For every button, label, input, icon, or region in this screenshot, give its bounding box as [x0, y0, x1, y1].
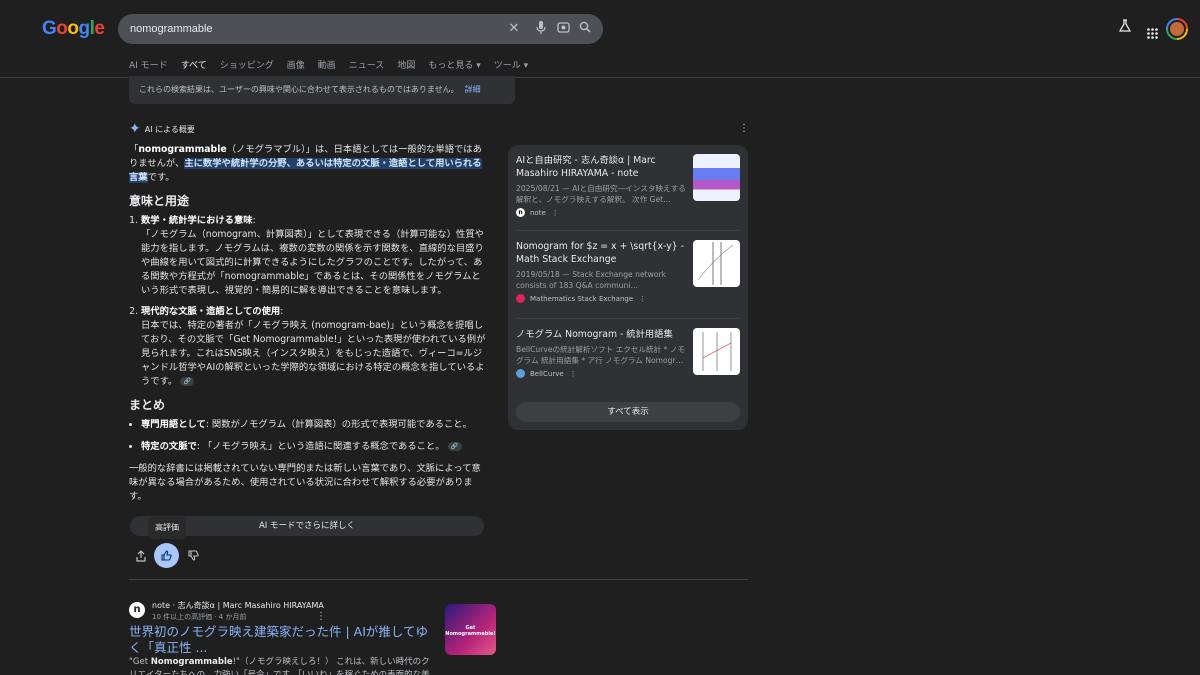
item1-text: 「ノモグラム（nomogram、計算図表）」として表現できる（計算可能な）性質や… — [141, 229, 484, 296]
item2-title: 現代的な文脈・造語としての使用 — [141, 306, 281, 317]
divider — [129, 579, 748, 580]
ai-sources-panel: AIと自由研究 - 志ん奇談α | Marc Masahiro HIRAYAMA… — [508, 145, 748, 430]
thumbnail-text: Get Nomogrammable! — [445, 625, 496, 637]
bullet1-title: 専門用語として — [141, 419, 206, 430]
source-more-icon[interactable]: ⋮ — [639, 295, 646, 303]
source-thumbnail[interactable] — [693, 240, 740, 287]
source-thumbnail[interactable] — [693, 328, 740, 375]
tab-news[interactable]: ニュース — [349, 58, 385, 78]
notice-text: これらの検索結果は、ユーザーの興味や関心に合わせて表示されるものではありません。 — [139, 85, 459, 94]
apps-grid-icon[interactable] — [1147, 24, 1158, 43]
tab-images[interactable]: 画像 — [287, 58, 305, 78]
source-site: note — [530, 208, 546, 217]
header: Google ✕ AI モード すべて ショッピング 画像 動画 ニュース 地図… — [0, 0, 1200, 78]
source-more-icon[interactable]: ⋮ — [570, 370, 577, 378]
search-input[interactable] — [130, 14, 500, 44]
source-site: BellCurve — [530, 369, 564, 378]
result-site[interactable]: note · 志ん奇談α | Marc Masahiro HIRAYAMA — [152, 600, 324, 611]
share-icon[interactable] — [136, 550, 146, 565]
tab-more[interactable]: もっと見る ▾ — [428, 58, 480, 78]
ai-intro: 「nomogrammable（ノモグラマブル）」は、日本語としては一般的な単語で… — [129, 143, 487, 185]
divider — [516, 318, 740, 319]
source-title[interactable]: ノモグラム Nomogram - 統計用語集 — [516, 328, 686, 341]
tab-videos[interactable]: 動画 — [318, 58, 336, 78]
snippet-term: Nomogrammable — [150, 657, 233, 667]
result-subtext: 10 件以上の高評価 · 4 か月前 — [152, 613, 247, 621]
like-tooltip: 高評価 — [148, 517, 186, 539]
search-tabs: AI モード すべて ショッピング 画像 動画 ニュース 地図 もっと見る ▾ … — [129, 58, 541, 78]
result-thumbnail[interactable]: Get Nomogrammable! — [445, 604, 496, 655]
thumbs-down-icon[interactable] — [188, 550, 199, 564]
meaning-list: 数学・統計学における意味:「ノモグラム（nomogram、計算図表）」として表現… — [141, 214, 487, 389]
source-thumbnail[interactable] — [693, 154, 740, 201]
notice-details-link[interactable]: 詳細 — [465, 85, 481, 94]
bullet1-text: : 関数がノモグラム（計算図表）の形式で表現可能であること。 — [205, 419, 472, 430]
tab-all[interactable]: すべて — [180, 58, 207, 78]
ai-overview-header: ✦ AI による概要 — [129, 121, 195, 137]
tab-tools[interactable]: ツール ▾ — [494, 58, 528, 78]
bullet2-title: 特定の文脈で — [141, 441, 197, 452]
show-all-button[interactable]: すべて表示 — [516, 402, 740, 422]
ai-closing: 一般的な辞書には掲載されていない専門的または新しい言葉であり、文脈によって意味が… — [129, 463, 481, 502]
source-meta: Mathematics Stack Exchange ⋮ — [516, 294, 740, 303]
ai-overview-more-icon[interactable]: ⋮ — [739, 123, 749, 134]
note-favicon-icon: n — [129, 602, 145, 618]
ai-overview-label: AI による概要 — [144, 124, 195, 134]
intro-pre: 「 — [129, 144, 139, 155]
link-chip-icon[interactable]: 🔗 — [447, 442, 462, 451]
mic-icon[interactable] — [533, 21, 549, 37]
search-box[interactable]: ✕ — [118, 14, 603, 44]
result-title[interactable]: 世界初のノモグラ映え建築家だった件 | AIが推してゆく「真正性 ... — [129, 624, 434, 656]
source-title[interactable]: AIと自由研究 - 志ん奇談α | Marc Masahiro HIRAYAMA… — [516, 154, 686, 180]
stackexchange-favicon-icon — [516, 294, 525, 303]
divider — [516, 230, 740, 231]
flask-icon[interactable] — [1118, 18, 1132, 37]
result-snippet: "Get Nomogrammable!"（ノモグラ映えしろ！） これは、新しい時… — [129, 656, 434, 675]
source-snippet: BellCurveの統計解析ソフト エクセル統計 * ノモグラム 統計用語集 *… — [516, 345, 686, 365]
close-icon[interactable]: ✕ — [506, 21, 522, 37]
gemini-spark-icon: ✦ — [129, 121, 141, 137]
tab-shopping[interactable]: ショッピング — [220, 58, 274, 78]
list-item: 特定の文脈で: 「ノモグラ映え」という造語に関連する概念であること。🔗 — [141, 440, 487, 454]
account-avatar[interactable] — [1166, 18, 1188, 40]
section-summary-title: まとめ — [129, 398, 166, 412]
list-item: 現代的な文脈・造語としての使用:日本では、特定の著者が「ノモグラ映え (nomo… — [141, 305, 487, 389]
source-card[interactable]: AIと自由研究 - 志ん奇談α | Marc Masahiro HIRAYAMA… — [516, 154, 740, 217]
source-snippet: 2019/05/18 — Stack Exchange network cons… — [516, 270, 666, 290]
bellcurve-favicon-icon — [516, 369, 525, 378]
list-item: 数学・統計学における意味:「ノモグラム（nomogram、計算図表）」として表現… — [141, 214, 487, 298]
summary-list: 専門用語として: 関数がノモグラム（計算図表）の形式で表現可能であること。 特定… — [141, 418, 487, 454]
source-more-icon[interactable]: ⋮ — [552, 209, 559, 217]
item2-text: 日本では、特定の著者が「ノモグラ映え (nomogram-bae)」という概念を… — [141, 320, 486, 387]
bullet2-text: : 「ノモグラ映え」という造語に関連する概念であること。 — [196, 441, 445, 452]
source-card[interactable]: Nomogram for $z = x + \sqrt{x-y} - Math … — [516, 240, 740, 303]
section-meaning-title: 意味と用途 — [129, 194, 190, 208]
lens-icon[interactable] — [555, 21, 571, 37]
ai-overview-body: 「nomogrammable（ノモグラマブル）」は、日本語としては一般的な単語で… — [129, 143, 487, 504]
intro-post: です。 — [147, 172, 175, 183]
note-favicon-icon: n — [516, 208, 525, 217]
list-item: 専門用語として: 関数がノモグラム（計算図表）の形式で表現可能であること。 — [141, 418, 487, 432]
result-more-icon[interactable]: ⋮ — [316, 611, 326, 622]
personalization-notice: これらの検索結果は、ユーザーの興味や関心に合わせて表示されるものではありません。… — [129, 76, 515, 104]
item1-title: 数学・統計学における意味 — [141, 215, 253, 226]
google-logo[interactable]: Google — [42, 18, 105, 40]
search-icon[interactable] — [577, 21, 593, 37]
source-title[interactable]: Nomogram for $z = x + \sqrt{x-y} - Math … — [516, 240, 686, 266]
link-chip-icon[interactable]: 🔗 — [180, 377, 195, 386]
source-meta: n note ⋮ — [516, 208, 740, 217]
tab-ai-mode[interactable]: AI モード — [129, 58, 168, 78]
intro-term: nomogrammable — [138, 144, 227, 155]
source-card[interactable]: ノモグラム Nomogram - 統計用語集 BellCurveの統計解析ソフト… — [516, 328, 740, 378]
tab-maps[interactable]: 地図 — [397, 58, 415, 78]
source-snippet: 2025/08/21 — AIと自由研究―インスタ映えする解釈と、ノモグラ映えす… — [516, 184, 686, 204]
source-site: Mathematics Stack Exchange — [530, 294, 634, 303]
thumbs-up-icon[interactable] — [154, 543, 179, 568]
snippet-pre: "Get — [129, 657, 151, 667]
